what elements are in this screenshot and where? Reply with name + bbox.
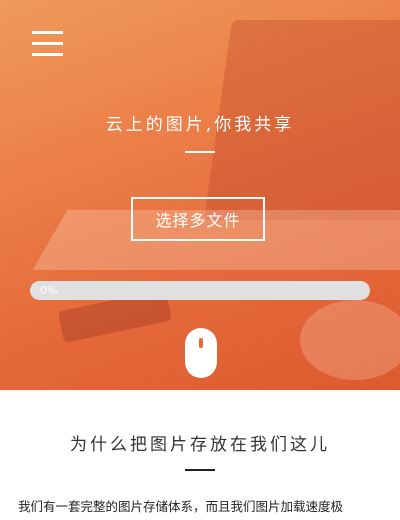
section-divider — [185, 469, 215, 471]
hero-title: 云上的图片,你我共享 — [105, 115, 295, 135]
upload-progress-bar: 0% — [30, 281, 370, 300]
background-cup — [300, 300, 400, 380]
mouse-scroll-icon[interactable] — [185, 328, 217, 378]
hero-banner: 云上的图片,你我共享 选择多文件 0% — [0, 0, 400, 390]
hero-divider — [185, 151, 215, 153]
section-description: 我们有一套完整的图片存储体系，而且我们图片加载速度极 — [18, 499, 344, 514]
section-title: 为什么把图片存放在我们这儿 — [70, 435, 330, 455]
upload-progress-label: 0% — [40, 284, 58, 297]
select-files-button[interactable]: 选择多文件 — [131, 197, 265, 241]
mouse-wheel — [199, 338, 203, 348]
menu-icon[interactable] — [32, 31, 64, 57]
